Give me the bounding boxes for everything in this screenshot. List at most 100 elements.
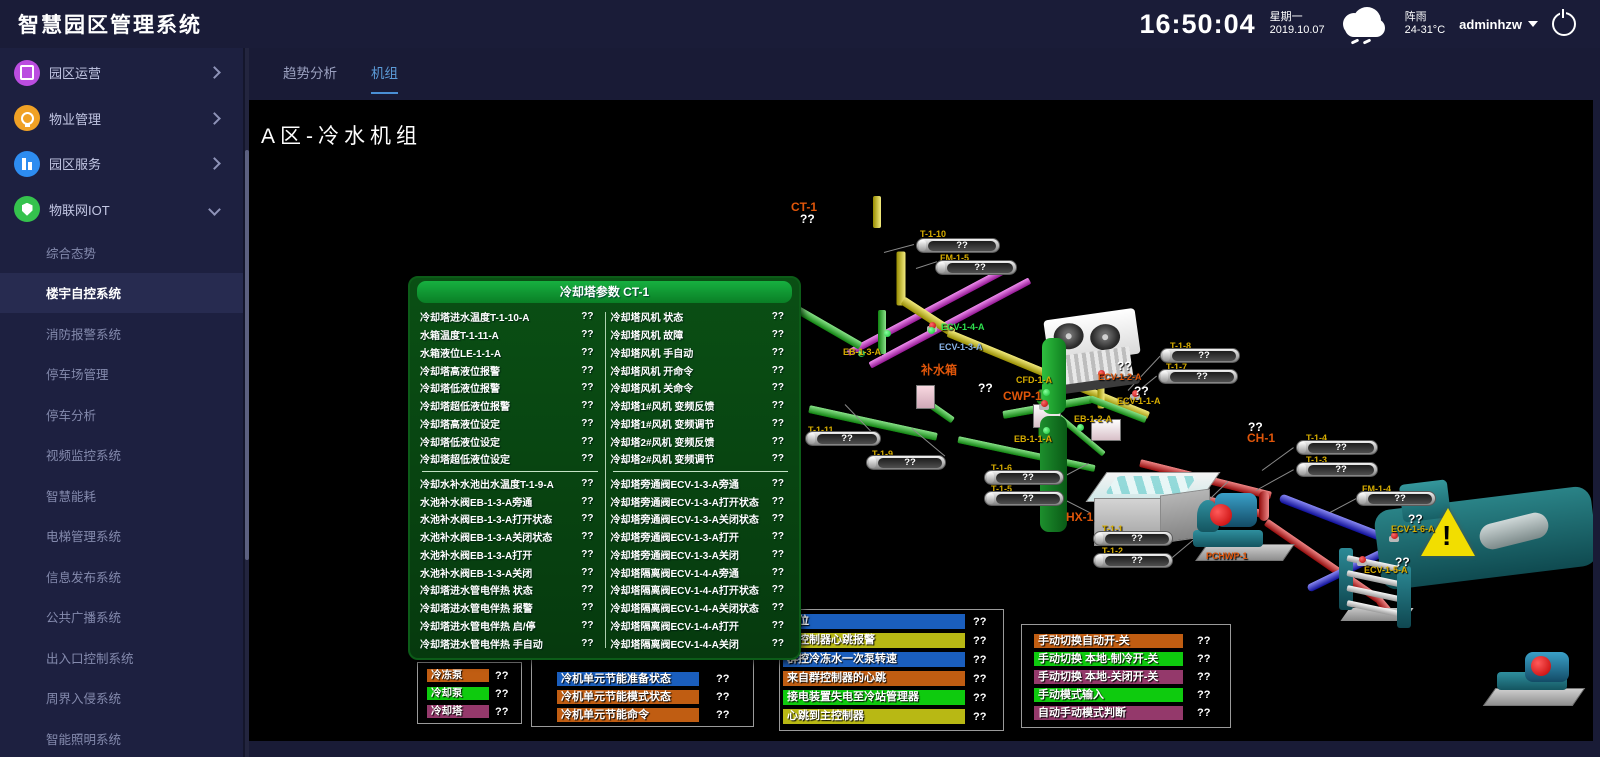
sensor-dot (1077, 424, 1084, 431)
sidebar-subitem-智慧能耗[interactable]: 智慧能耗 (0, 475, 243, 516)
tab-机组[interactable]: 机组 (371, 62, 398, 86)
gauge-T-1-9[interactable]: ?? (866, 455, 946, 470)
sidebar-subitem-周界入侵系统[interactable]: 周界入侵系统 (0, 678, 243, 719)
sidebar-subitem-消防报警系统[interactable]: 消防报警系统 (0, 313, 243, 354)
gauge-value: ?? (996, 473, 1060, 483)
param-value: ?? (581, 329, 599, 340)
sidebar-subitem-label: 智慧能耗 (46, 486, 96, 505)
device-label-EB-1-2-A: EB-1-2-A (1074, 414, 1112, 424)
status-row-冷机单元节能命令: 冷机单元节能命令?? (557, 708, 699, 722)
param-label: 冷却塔隔离阀ECV-1-4-A打开 (611, 618, 739, 633)
weekday: 星期一 (1270, 11, 1325, 24)
sidebar-subitem-楼宇自控系统[interactable]: 楼宇自控系统 (0, 273, 243, 314)
status-value: ?? (1197, 635, 1210, 647)
gauge-value: ?? (1368, 494, 1432, 504)
status-value: ?? (973, 616, 986, 628)
sidebar-subitem-label: 出入口控制系统 (46, 648, 134, 667)
param-label: 冷却水补水池出水温度T-1-9-A (420, 476, 554, 491)
param-value: ?? (772, 365, 790, 376)
gauge-T-1-8[interactable]: ?? (1160, 348, 1240, 363)
sidebar-subitem-综合态势[interactable]: 综合态势 (0, 232, 243, 273)
sidebar-subitem-label: 信息发布系统 (46, 567, 121, 586)
sidebar-item-园区运营[interactable]: 园区运营 (0, 50, 243, 96)
status-row-冷却塔: 冷却塔?? (427, 705, 489, 718)
gauge-T-1-5[interactable]: ?? (984, 491, 1064, 506)
gauge-T-1-10[interactable]: ?? (916, 238, 1000, 253)
param-row: 冷却塔旁通阀ECV-1-3-A打开状态?? (611, 492, 791, 510)
device-label-EB-1-1-A: EB-1-1-A (1014, 434, 1052, 444)
pump-cwp-1-base (1193, 530, 1263, 547)
param-value: ?? (581, 549, 599, 560)
gauge-FM-1-4[interactable]: ?? (1356, 491, 1436, 506)
param-row: 冷却塔低液位设定?? (420, 432, 600, 450)
param-value: ?? (772, 638, 790, 649)
date-block: 星期一 2019.10.07 (1270, 11, 1325, 37)
param-panel-title: 冷却塔参数 CT-1 (417, 281, 792, 303)
weather-desc: 阵雨 (1405, 11, 1445, 24)
param-value: ?? (581, 567, 599, 578)
sidebar-subitem-label: 视频监控系统 (46, 445, 121, 464)
status-row-接电装置失电至冷站管理器: 接电装置失电至冷站管理器?? (783, 690, 965, 705)
status-value: ?? (1197, 671, 1210, 683)
sidebar-subitem-停车场管理[interactable]: 停车场管理 (0, 354, 243, 395)
unknown-value: ?? (1395, 555, 1410, 569)
sidebar-subitem-停车分析[interactable]: 停车分析 (0, 394, 243, 435)
sidebar-item-物联网IOT[interactable]: 物联网IOT (0, 187, 243, 233)
param-row: 冷却塔隔离阀ECV-1-4-A关闭状态?? (611, 599, 791, 617)
param-row: 冷却塔超低液位设定?? (420, 450, 600, 468)
gauge-FM-1-5[interactable]: ?? (935, 260, 1017, 275)
shield-icon (14, 196, 40, 222)
status-value: ?? (1197, 707, 1210, 719)
status-row-冷机单元节能模式状态: 冷机单元节能模式状态?? (557, 690, 699, 704)
chevron-right-icon (208, 112, 221, 125)
param-row: 水池补水阀EB-1-3-A打开?? (420, 546, 600, 564)
gauge-T-1-3[interactable]: ?? (1296, 462, 1378, 477)
status-chip: 冷却塔 (427, 705, 489, 718)
sidebar-item-园区服务[interactable]: 园区服务 (0, 141, 243, 187)
pump-pchwp-1-plinth (1483, 688, 1586, 706)
sidebar-item-物业管理[interactable]: 物业管理 (0, 96, 243, 142)
gauge-T-1-1[interactable]: ?? (1093, 531, 1173, 546)
param-row: 冷却塔低液位报警?? (420, 379, 600, 397)
unknown-value: ?? (1248, 420, 1263, 434)
gauge-T-1-7[interactable]: ?? (1158, 369, 1238, 384)
gauge-T-1-6[interactable]: ?? (984, 470, 1064, 485)
device-label-ECV-1-3-A: ECV-1-3-A (939, 342, 983, 352)
sidebar-subitem-label: 电梯管理系统 (46, 526, 121, 545)
sidebar-subitem-label: 智能照明系统 (46, 729, 121, 748)
gauge-T-1-2[interactable]: ?? (1093, 553, 1173, 568)
user-menu[interactable]: adminhzw (1459, 17, 1538, 32)
sidebar-subitem-label: 综合态势 (46, 243, 96, 262)
sidebar-subitem-智能照明系统[interactable]: 智能照明系统 (0, 718, 243, 757)
status-value: ?? (1197, 689, 1210, 701)
param-row: 水箱液位LE-1-1-A?? (420, 343, 600, 361)
sidebar-subitem-信息发布系统[interactable]: 信息发布系统 (0, 556, 243, 597)
sidebar-item-label: 物业管理 (49, 109, 210, 128)
gauge-T-1-11[interactable]: ?? (805, 431, 881, 446)
app-title: 智慧园区管理系统 (0, 9, 202, 39)
param-label: 冷却塔进水管电伴热 状态 (420, 582, 533, 597)
sidebar-subitem-出入口控制系统[interactable]: 出入口控制系统 (0, 637, 243, 678)
sidebar-subitem-电梯管理系统[interactable]: 电梯管理系统 (0, 516, 243, 557)
gauge-cap (938, 262, 945, 272)
bulb-icon (14, 105, 40, 131)
shield-icon (22, 203, 33, 216)
status-value: ?? (716, 709, 729, 721)
sidebar-subitem-视频监控系统[interactable]: 视频监控系统 (0, 435, 243, 476)
gauge-T-1-4[interactable]: ?? (1296, 440, 1378, 455)
pump-status-panel: 冷冻泵??冷却泵??冷却塔?? (417, 662, 522, 724)
param-row: 冷却塔隔离阀ECV-1-4-A旁通?? (611, 563, 791, 581)
param-label: 冷却塔隔离阀ECV-1-4-A旁通 (611, 565, 739, 580)
tab-趋势分析[interactable]: 趋势分析 (283, 62, 337, 86)
gauge-value: ?? (1308, 443, 1374, 453)
sidebar-scrollbar-thumb[interactable] (245, 150, 249, 560)
sidebar-subitem-公共广播系统[interactable]: 公共广播系统 (0, 597, 243, 638)
param-label: 冷却塔旁通阀ECV-1-3-A打开 (611, 529, 739, 544)
cooling-tower-param-panel: 冷却塔参数 CT-1 冷却塔进水温度T-1-10-A??水箱温度T-1-11-A… (408, 276, 801, 660)
power-icon[interactable] (1552, 12, 1576, 36)
sensor-dot (1043, 389, 1050, 396)
status-row-手动切换自动开-关: 手动切换自动开-关?? (1034, 634, 1183, 648)
status-chip: 心跳到主控制器 (783, 709, 965, 724)
param-value: ?? (772, 531, 790, 542)
status-chip: 接电装置失电至冷站管理器 (783, 690, 965, 705)
